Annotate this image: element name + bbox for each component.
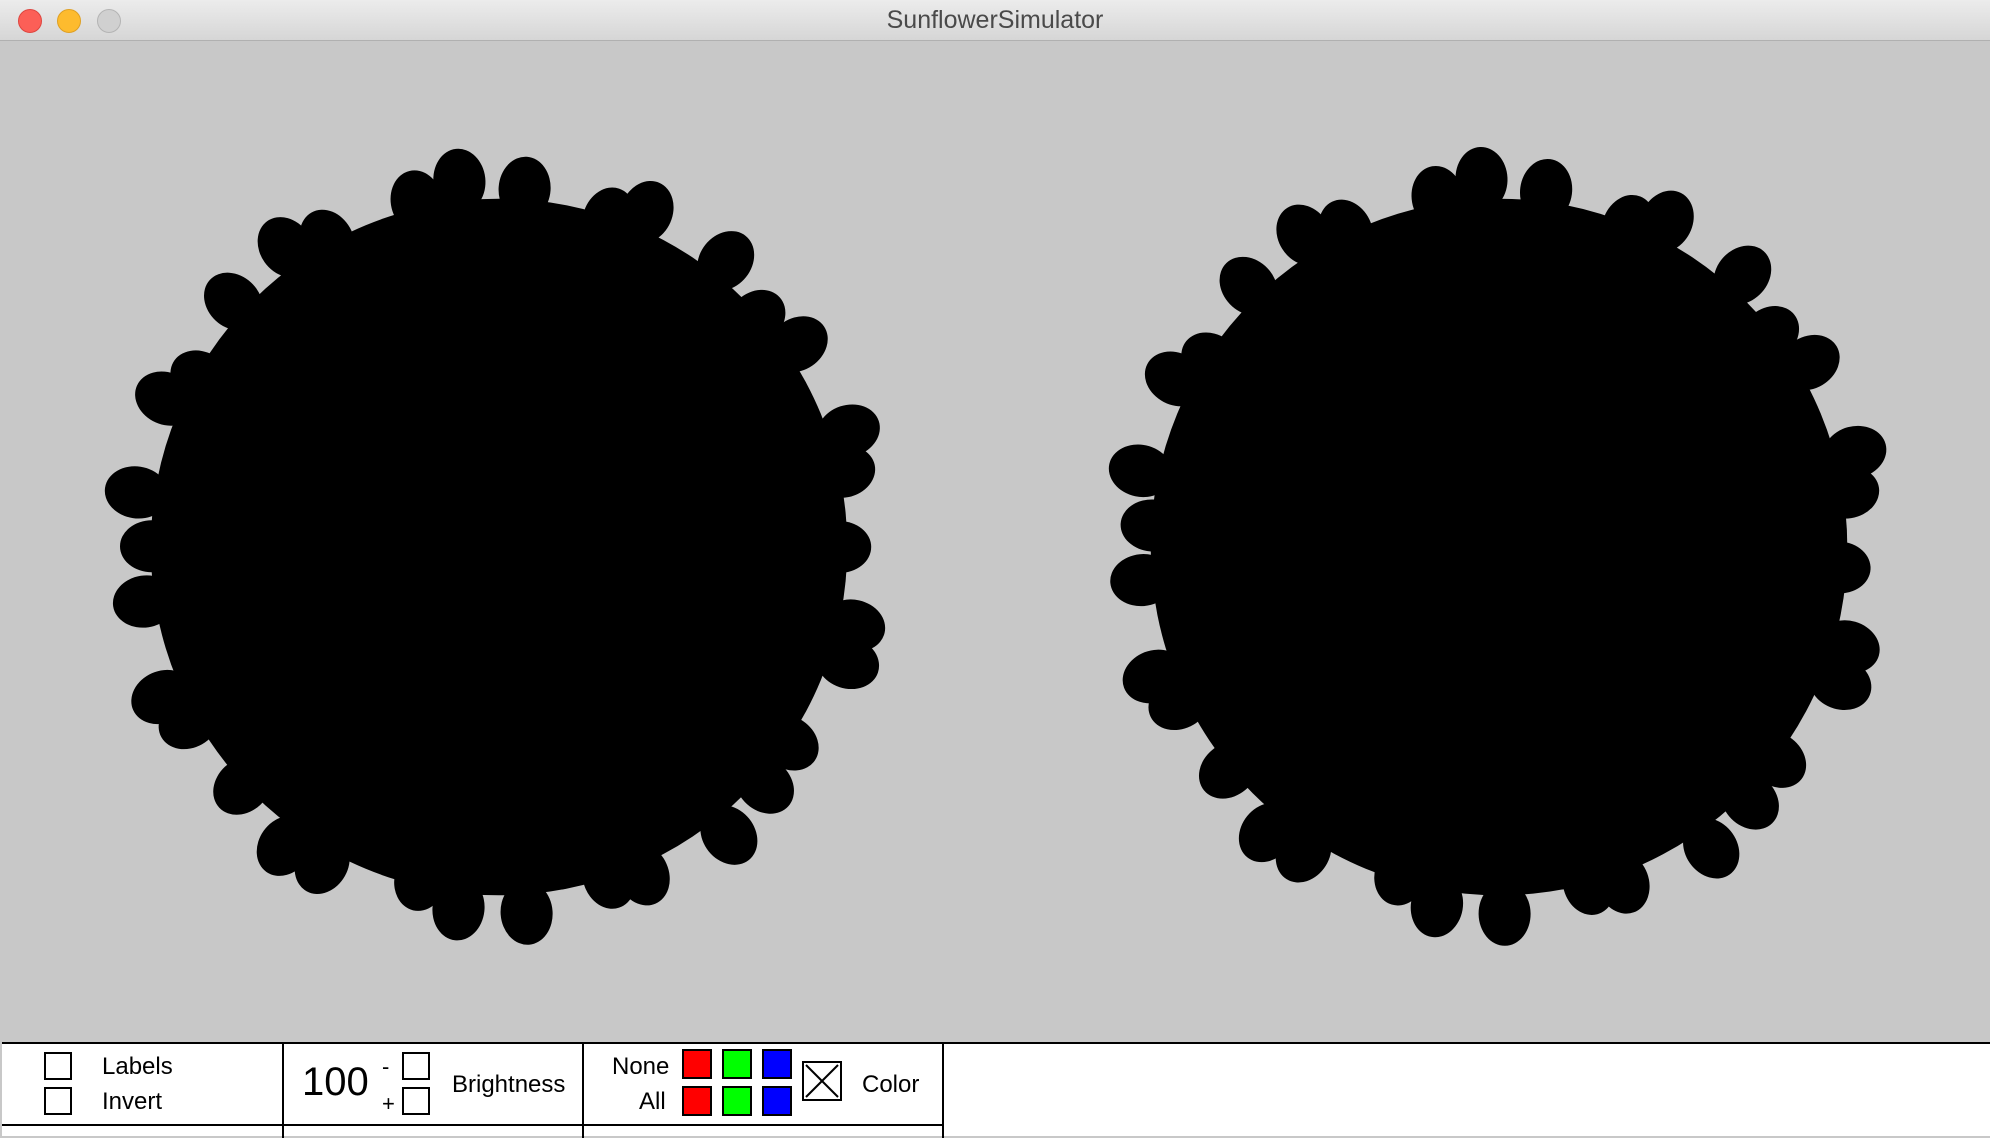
color-label: Color (862, 1071, 920, 1098)
title-bar: SunflowerSimulator (0, 0, 1990, 41)
flower-petal (807, 521, 872, 573)
panel-divider (942, 1044, 944, 1138)
flower-petal (120, 520, 184, 573)
blue-all-swatch[interactable] (762, 1086, 792, 1116)
plus-label: + (382, 1091, 395, 1116)
green-all-swatch[interactable] (722, 1086, 752, 1116)
panel-divider (282, 1044, 284, 1138)
simulation-canvas[interactable] (2, 42, 1990, 1040)
x-mark-icon (805, 1064, 839, 1098)
all-label: All (639, 1088, 666, 1115)
invert-label: Invert (102, 1088, 163, 1115)
window-title: SunflowerSimulator (886, 6, 1104, 34)
sunflower-drawing (104, 147, 1887, 946)
brightness-value: 100 (302, 1060, 369, 1104)
brightness-increase-checkbox[interactable] (402, 1087, 430, 1115)
color-toggle-checkbox[interactable] (802, 1061, 842, 1101)
brightness-decrease-checkbox[interactable] (402, 1052, 430, 1080)
panel-divider (582, 1044, 584, 1138)
blue-none-swatch[interactable] (762, 1049, 792, 1079)
red-none-swatch[interactable] (682, 1049, 712, 1079)
right-sunflower (1108, 147, 1887, 946)
none-label: None (612, 1053, 670, 1080)
red-all-swatch[interactable] (682, 1086, 712, 1116)
left-sunflower (104, 148, 886, 945)
labels-checkbox[interactable] (44, 1052, 72, 1080)
green-none-swatch[interactable] (722, 1049, 752, 1079)
invert-checkbox[interactable] (44, 1087, 72, 1115)
panel-bottom-rule (2, 1124, 942, 1126)
labels-label: Labels (102, 1053, 173, 1080)
minus-label: - (382, 1054, 390, 1079)
control-panel: Labels Invert 100 - + Brightness None Al… (2, 1042, 1990, 1138)
brightness-label: Brightness (452, 1071, 566, 1098)
